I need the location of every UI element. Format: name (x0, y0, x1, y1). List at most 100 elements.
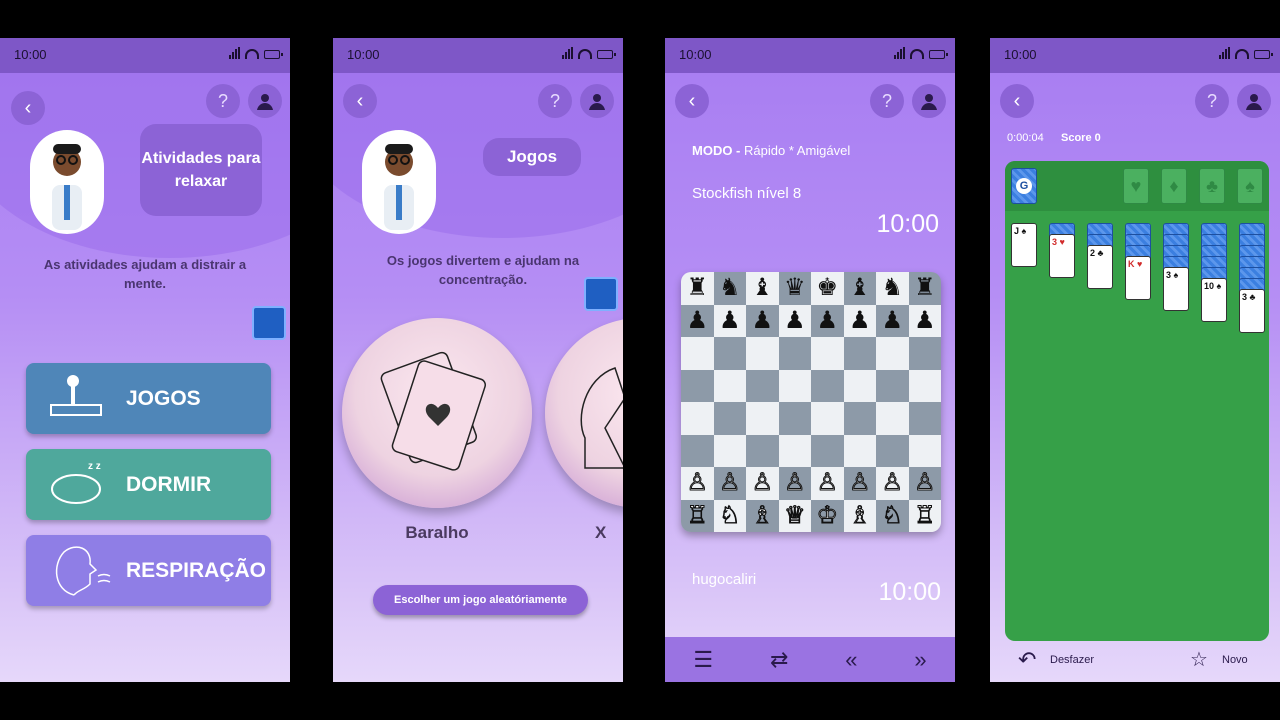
sign-language-icon[interactable] (252, 306, 286, 340)
foundation-clubs[interactable]: ♣ (1199, 168, 1225, 204)
board-square[interactable] (778, 434, 811, 467)
board-square[interactable]: ♟ (778, 304, 811, 337)
board-square[interactable]: ♙ (843, 467, 876, 500)
profile-button[interactable] (912, 84, 946, 118)
board-square[interactable] (843, 402, 876, 435)
breathing-button[interactable]: RESPIRAÇÃO (26, 535, 271, 606)
board-square[interactable] (811, 402, 844, 435)
board-square[interactable]: ♙ (908, 467, 941, 500)
board-square[interactable]: ♖ (681, 499, 714, 532)
board-square[interactable]: ♛ (778, 272, 811, 305)
help-button[interactable]: ? (1195, 84, 1229, 118)
tableau-top-card[interactable]: 2 ♣ (1087, 245, 1113, 289)
board-square[interactable] (778, 402, 811, 435)
sleep-button[interactable]: z z DORMIR (26, 449, 271, 520)
board-square[interactable]: ♟ (876, 304, 909, 337)
board-square[interactable] (908, 369, 941, 402)
previous-move-icon[interactable]: « (845, 647, 857, 673)
board-square[interactable]: ♝ (746, 272, 779, 305)
board-square[interactable] (908, 402, 941, 435)
profile-button[interactable] (248, 84, 282, 118)
board-square[interactable]: ♟ (908, 304, 941, 337)
board-square[interactable]: ♗ (746, 499, 779, 532)
board-square[interactable] (713, 402, 746, 435)
board-square[interactable]: ♞ (876, 272, 909, 305)
board-square[interactable]: ♙ (713, 467, 746, 500)
board-square[interactable] (811, 434, 844, 467)
board-square[interactable] (876, 402, 909, 435)
board-square[interactable]: ♙ (876, 467, 909, 500)
random-game-button[interactable]: Escolher um jogo aleatóriamente (373, 585, 588, 615)
board-square[interactable] (876, 434, 909, 467)
undo-label[interactable]: Desfazer (1050, 654, 1094, 666)
board-square[interactable]: ♜ (681, 272, 714, 305)
stock-pile[interactable]: G (1011, 168, 1037, 204)
board-square[interactable]: ♙ (681, 467, 714, 500)
tableau-top-card[interactable]: J ♠ (1011, 223, 1037, 267)
board-square[interactable]: ♙ (811, 467, 844, 500)
board-square[interactable] (811, 369, 844, 402)
board-square[interactable]: ♟ (713, 304, 746, 337)
back-button[interactable]: ‹ (11, 91, 45, 125)
help-button[interactable]: ? (206, 84, 240, 118)
board-square[interactable] (746, 337, 779, 370)
board-square[interactable]: ♙ (778, 467, 811, 500)
star-icon[interactable]: ☆ (1190, 647, 1208, 672)
board-square[interactable]: ♗ (843, 499, 876, 532)
next-move-icon[interactable]: » (914, 647, 926, 673)
profile-button[interactable] (1237, 84, 1271, 118)
board-square[interactable]: ♘ (713, 499, 746, 532)
board-square[interactable] (908, 434, 941, 467)
board-square[interactable] (746, 402, 779, 435)
foundation-hearts[interactable]: ♥ (1123, 168, 1149, 204)
chess-board[interactable]: ♜ ♞ ♝ ♛ ♚ ♝ ♞ ♜ ♟ ♟ ♟ ♟ ♟ ♟ ♟ ♟ ♙ ♙ ♙ ♙ ♙ ♙ ♙ ♙ ♖ ♘ ♗ ♕ ♔ ♗ ♘ ♖ (681, 272, 941, 532)
new-game-label[interactable]: Novo (1222, 654, 1248, 666)
board-square[interactable] (681, 337, 714, 370)
board-square[interactable] (876, 369, 909, 402)
board-square[interactable] (713, 337, 746, 370)
back-button[interactable]: ‹ (675, 84, 709, 118)
board-square[interactable] (681, 369, 714, 402)
board-square[interactable] (681, 434, 714, 467)
tableau-top-card[interactable]: 3 ♣ (1239, 289, 1265, 333)
foundation-diamonds[interactable]: ♦ (1161, 168, 1187, 204)
games-button[interactable]: JOGOS (26, 363, 271, 434)
board-square[interactable] (908, 337, 941, 370)
board-square[interactable]: ♔ (811, 499, 844, 532)
board-square[interactable] (811, 337, 844, 370)
menu-icon[interactable]: ☰ (693, 647, 713, 673)
sign-language-icon[interactable] (584, 277, 618, 311)
game-card-baralho[interactable] (342, 318, 532, 508)
board-square[interactable] (681, 402, 714, 435)
tableau-top-card[interactable]: K ♥ (1125, 256, 1151, 300)
board-square[interactable] (843, 434, 876, 467)
board-square[interactable]: ♙ (746, 467, 779, 500)
board-square[interactable] (713, 434, 746, 467)
board-square[interactable] (746, 369, 779, 402)
undo-icon[interactable]: ↶ (1018, 647, 1036, 673)
board-square[interactable]: ♞ (713, 272, 746, 305)
board-square[interactable]: ♖ (908, 499, 941, 532)
board-square[interactable] (746, 434, 779, 467)
help-button[interactable]: ? (538, 84, 572, 118)
help-button[interactable]: ? (870, 84, 904, 118)
board-square[interactable]: ♘ (876, 499, 909, 532)
profile-button[interactable] (580, 84, 614, 118)
flip-board-icon[interactable]: ⇄ (770, 647, 788, 673)
board-square[interactable]: ♝ (843, 272, 876, 305)
board-square[interactable]: ♕ (778, 499, 811, 532)
tableau-top-card[interactable]: 3 ♠ (1163, 267, 1189, 311)
board-square[interactable]: ♟ (811, 304, 844, 337)
board-square[interactable]: ♚ (811, 272, 844, 305)
board-square[interactable] (778, 369, 811, 402)
board-square[interactable]: ♟ (843, 304, 876, 337)
board-square[interactable] (713, 369, 746, 402)
board-square[interactable] (843, 337, 876, 370)
board-square[interactable]: ♟ (681, 304, 714, 337)
board-square[interactable] (876, 337, 909, 370)
board-square[interactable] (843, 369, 876, 402)
tableau-top-card[interactable]: 3 ♥ (1049, 234, 1075, 278)
solitaire-table[interactable]: G ♥ ♦ ♣ ♠ J ♠ 3 ♥ 2 ♣ K ♥ 3 ♠ 10 ♠ 3 ♣ (1005, 161, 1269, 641)
foundation-spades[interactable]: ♠ (1237, 168, 1263, 204)
board-square[interactable] (778, 337, 811, 370)
